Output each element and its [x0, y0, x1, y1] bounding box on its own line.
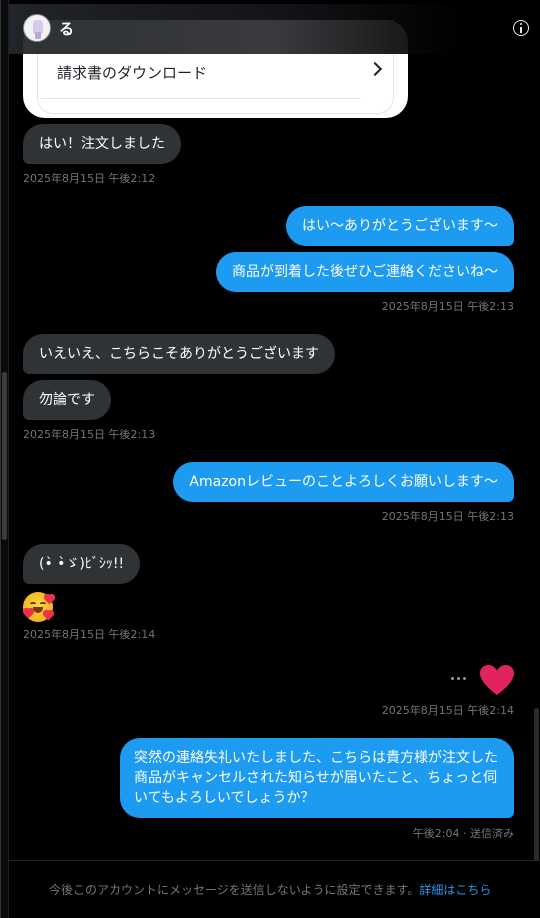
conversation-name[interactable]: る: [59, 18, 74, 39]
avatar-figure-base: [35, 32, 41, 39]
message-bubble-outgoing[interactable]: 商品が到着した後ぜひご連絡くださいね〜: [216, 252, 514, 292]
message-timestamp: 2025年8月15日 午後2:13: [23, 428, 156, 441]
footer-notice: 今後このアカウントにメッセージを送信しないように設定できます。詳細はこちら: [9, 860, 540, 918]
smiling-face-with-hearts-emoji[interactable]: [23, 592, 55, 622]
conversation-header: る: [9, 4, 540, 54]
message-bubble-outgoing[interactable]: 突然の連絡失礼いたしました、こちらは貴方様が注文した 商品がキャンセルされた知ら…: [120, 738, 514, 818]
footer-text: 今後このアカウントにメッセージを送信しないように設定できます。詳細はこちら: [49, 881, 491, 898]
heart-icon[interactable]: [479, 664, 515, 696]
learn-more-link[interactable]: 詳細はこちら: [419, 883, 491, 897]
message-bubble-incoming[interactable]: いえいえ、こちらこそありがとうございます: [23, 334, 335, 374]
invoice-download-link[interactable]: 請求書のダウンロード: [57, 62, 207, 83]
message-bubble-outgoing[interactable]: Amazonレビューのことよろしくお願いします〜: [173, 462, 514, 502]
more-dot: [457, 677, 460, 680]
emoji-heart: [43, 610, 54, 621]
message-timestamp: 2025年8月15日 午後2:12: [23, 172, 156, 185]
left-scrollbar[interactable]: [1, 0, 9, 918]
emoji-heart: [44, 594, 55, 605]
avatar[interactable]: [23, 14, 51, 42]
more-icon[interactable]: [451, 677, 467, 681]
left-scrollbar-thumb[interactable]: [2, 372, 7, 540]
message-timestamp: 2025年8月15日 午後2:13: [381, 510, 514, 523]
messages-scrollbar[interactable]: [532, 48, 540, 918]
message-status: 午後2:04 · 送信済み: [412, 827, 514, 840]
message-bubble-incoming[interactable]: 勿論です: [23, 380, 111, 420]
messages-scrollbar-thumb[interactable]: [534, 708, 539, 878]
dm-conversation-window: 請求書のダウンロード る はい！注文しました 2025年8月15日 午後2:12…: [0, 0, 540, 918]
footer-message: 今後このアカウントにメッセージを送信しないように設定できます。: [49, 883, 420, 897]
emoji-heart: [23, 608, 34, 619]
message-bubble-incoming[interactable]: はい！注文しました: [23, 124, 181, 164]
emoji-eye: [30, 602, 36, 605]
message-bubble-incoming[interactable]: (•̀ •̀ゞ)ﾋﾞｼｯ!!: [23, 544, 141, 584]
message-timestamp: 2025年8月15日 午後2:14: [381, 704, 514, 717]
message-bubble-outgoing[interactable]: はい〜ありがとうございます〜: [286, 206, 514, 246]
more-dot: [463, 677, 466, 680]
more-dot: [451, 677, 454, 680]
message-line: いてもよろしいでしょうか？: [134, 790, 315, 806]
emoji-eye: [40, 602, 46, 605]
message-line: 商品がキャンセルされた知らせが届いたこと、ちょっと伺: [134, 770, 498, 786]
message-timestamp: 2025年8月15日 午後2:13: [381, 300, 514, 313]
message-line: 突然の連絡失礼いたしました、こちらは貴方様が注文した: [134, 750, 498, 766]
card-divider: [41, 98, 361, 99]
info-icon[interactable]: [513, 20, 529, 36]
message-timestamp: 2025年8月15日 午後2:14: [23, 628, 156, 641]
